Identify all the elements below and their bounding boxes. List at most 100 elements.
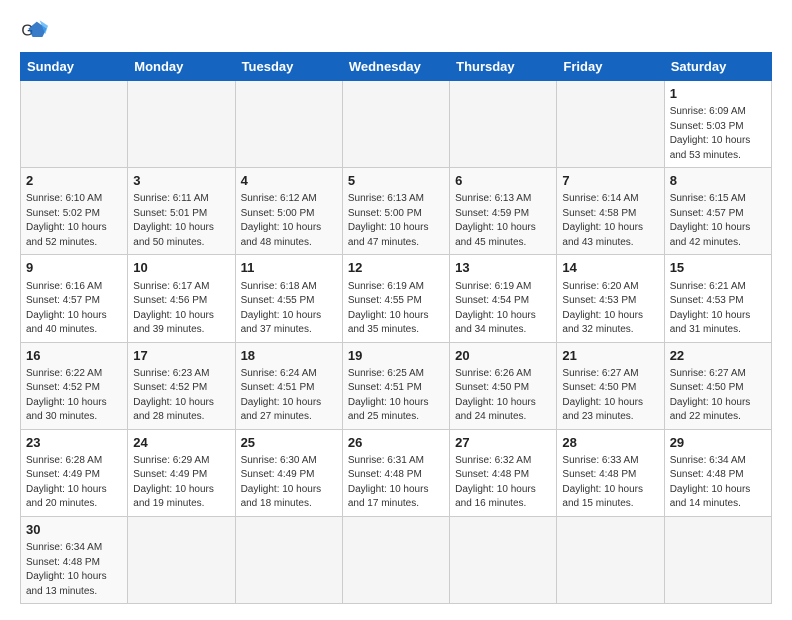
day-number: 13 bbox=[455, 259, 551, 277]
day-number: 2 bbox=[26, 172, 122, 190]
day-number: 4 bbox=[241, 172, 337, 190]
day-info: Sunrise: 6:14 AM Sunset: 4:58 PM Dayligh… bbox=[562, 192, 658, 250]
day-number: 16 bbox=[26, 347, 122, 365]
day-info: Sunrise: 6:15 AM Sunset: 4:57 PM Dayligh… bbox=[670, 192, 766, 250]
logo: G bbox=[20, 16, 52, 44]
day-info: Sunrise: 6:13 AM Sunset: 5:00 PM Dayligh… bbox=[348, 192, 444, 250]
calendar-cell: 8Sunrise: 6:15 AM Sunset: 4:57 PM Daylig… bbox=[664, 168, 771, 255]
calendar-cell: 21 Sunrise: 6:27 AM Sunset: 4:50 PM Dayli… bbox=[557, 342, 664, 429]
day-number: 30 bbox=[26, 521, 122, 539]
calendar-cell bbox=[557, 81, 664, 168]
day-number: 28 bbox=[562, 434, 658, 452]
day-number: 5 bbox=[348, 172, 444, 190]
calendar-cell: 28Sunrise: 6:33 AM Sunset: 4:48 PM Dayli… bbox=[557, 429, 664, 516]
calendar-cell bbox=[235, 516, 342, 603]
day-info: Sunrise: 6:10 AM Sunset: 5:02 PM Dayligh… bbox=[26, 192, 122, 250]
calendar-week-row: 16 Sunrise: 6:22 AM Sunset: 4:52 PM Dayli… bbox=[21, 342, 772, 429]
calendar-week-row: 1 Sunrise: 6:09 AM Sunset: 5:03 PM Daylig… bbox=[21, 81, 772, 168]
calendar-cell: 3 Sunrise: 6:11 AM Sunset: 5:01 PM Daylig… bbox=[128, 168, 235, 255]
calendar-cell: 25 Sunrise: 6:30 AM Sunset: 4:49 PM Dayli… bbox=[235, 429, 342, 516]
day-info: Sunrise: 6:22 AM Sunset: 4:52 PM Dayligh… bbox=[26, 367, 122, 425]
day-number: 7 bbox=[562, 172, 658, 190]
day-info: Sunrise: 6:27 AM Sunset: 4:50 PM Dayligh… bbox=[562, 367, 658, 425]
col-header-sunday: Sunday bbox=[21, 53, 128, 81]
calendar-cell bbox=[450, 81, 557, 168]
calendar-cell: 30 Sunrise: 6:34 AM Sunset: 4:48 PM Dayli… bbox=[21, 516, 128, 603]
day-number: 25 bbox=[241, 434, 337, 452]
calendar-cell: 27Sunrise: 6:32 AM Sunset: 4:48 PM Dayli… bbox=[450, 429, 557, 516]
col-header-thursday: Thursday bbox=[450, 53, 557, 81]
day-number: 23 bbox=[26, 434, 122, 452]
calendar-cell bbox=[128, 516, 235, 603]
day-info: Sunrise: 6:17 AM Sunset: 4:56 PM Dayligh… bbox=[133, 280, 229, 338]
calendar-table: SundayMondayTuesdayWednesdayThursdayFrid… bbox=[20, 52, 772, 604]
col-header-monday: Monday bbox=[128, 53, 235, 81]
day-number: 1 bbox=[670, 85, 766, 103]
day-number: 26 bbox=[348, 434, 444, 452]
day-number: 29 bbox=[670, 434, 766, 452]
day-info: Sunrise: 6:32 AM Sunset: 4:48 PM Dayligh… bbox=[455, 454, 551, 512]
day-number: 6 bbox=[455, 172, 551, 190]
day-info: Sunrise: 6:16 AM Sunset: 4:57 PM Dayligh… bbox=[26, 280, 122, 338]
day-number: 20 bbox=[455, 347, 551, 365]
calendar-cell: 9 Sunrise: 6:16 AM Sunset: 4:57 PM Daylig… bbox=[21, 255, 128, 342]
day-info: Sunrise: 6:31 AM Sunset: 4:48 PM Dayligh… bbox=[348, 454, 444, 512]
day-info: Sunrise: 6:27 AM Sunset: 4:50 PM Dayligh… bbox=[670, 367, 766, 425]
calendar-week-row: 23Sunrise: 6:28 AM Sunset: 4:49 PM Dayli… bbox=[21, 429, 772, 516]
day-info: Sunrise: 6:12 AM Sunset: 5:00 PM Dayligh… bbox=[241, 192, 337, 250]
day-info: Sunrise: 6:21 AM Sunset: 4:53 PM Dayligh… bbox=[670, 280, 766, 338]
calendar-cell bbox=[342, 516, 449, 603]
col-header-wednesday: Wednesday bbox=[342, 53, 449, 81]
day-info: Sunrise: 6:09 AM Sunset: 5:03 PM Dayligh… bbox=[670, 105, 766, 163]
calendar-cell: 14 Sunrise: 6:20 AM Sunset: 4:53 PM Dayli… bbox=[557, 255, 664, 342]
day-info: Sunrise: 6:19 AM Sunset: 4:54 PM Dayligh… bbox=[455, 280, 551, 338]
day-info: Sunrise: 6:13 AM Sunset: 4:59 PM Dayligh… bbox=[455, 192, 551, 250]
calendar-cell bbox=[128, 81, 235, 168]
day-number: 22 bbox=[670, 347, 766, 365]
calendar-cell: 15Sunrise: 6:21 AM Sunset: 4:53 PM Dayli… bbox=[664, 255, 771, 342]
calendar-cell: 29 Sunrise: 6:34 AM Sunset: 4:48 PM Dayli… bbox=[664, 429, 771, 516]
day-info: Sunrise: 6:26 AM Sunset: 4:50 PM Dayligh… bbox=[455, 367, 551, 425]
calendar-cell bbox=[664, 516, 771, 603]
calendar-cell: 1 Sunrise: 6:09 AM Sunset: 5:03 PM Daylig… bbox=[664, 81, 771, 168]
day-number: 21 bbox=[562, 347, 658, 365]
day-number: 9 bbox=[26, 259, 122, 277]
calendar-cell: 4 Sunrise: 6:12 AM Sunset: 5:00 PM Daylig… bbox=[235, 168, 342, 255]
calendar-cell: 7 Sunrise: 6:14 AM Sunset: 4:58 PM Daylig… bbox=[557, 168, 664, 255]
calendar-cell bbox=[342, 81, 449, 168]
calendar-cell: 16 Sunrise: 6:22 AM Sunset: 4:52 PM Dayli… bbox=[21, 342, 128, 429]
day-number: 14 bbox=[562, 259, 658, 277]
day-number: 24 bbox=[133, 434, 229, 452]
day-info: Sunrise: 6:30 AM Sunset: 4:49 PM Dayligh… bbox=[241, 454, 337, 512]
logo-icon: G bbox=[20, 16, 48, 44]
calendar-cell: 6 Sunrise: 6:13 AM Sunset: 4:59 PM Daylig… bbox=[450, 168, 557, 255]
day-info: Sunrise: 6:24 AM Sunset: 4:51 PM Dayligh… bbox=[241, 367, 337, 425]
col-header-tuesday: Tuesday bbox=[235, 53, 342, 81]
calendar-cell bbox=[557, 516, 664, 603]
calendar-week-row: 9 Sunrise: 6:16 AM Sunset: 4:57 PM Daylig… bbox=[21, 255, 772, 342]
calendar-cell: 2 Sunrise: 6:10 AM Sunset: 5:02 PM Daylig… bbox=[21, 168, 128, 255]
day-number: 3 bbox=[133, 172, 229, 190]
day-number: 10 bbox=[133, 259, 229, 277]
col-header-saturday: Saturday bbox=[664, 53, 771, 81]
calendar-week-row: 30 Sunrise: 6:34 AM Sunset: 4:48 PM Dayli… bbox=[21, 516, 772, 603]
calendar-cell: 11Sunrise: 6:18 AM Sunset: 4:55 PM Dayli… bbox=[235, 255, 342, 342]
calendar-cell bbox=[21, 81, 128, 168]
col-header-friday: Friday bbox=[557, 53, 664, 81]
calendar-cell: 26 Sunrise: 6:31 AM Sunset: 4:48 PM Dayli… bbox=[342, 429, 449, 516]
calendar-cell: 20 Sunrise: 6:26 AM Sunset: 4:50 PM Dayli… bbox=[450, 342, 557, 429]
calendar-header-row: SundayMondayTuesdayWednesdayThursdayFrid… bbox=[21, 53, 772, 81]
calendar-cell: 17Sunrise: 6:23 AM Sunset: 4:52 PM Dayli… bbox=[128, 342, 235, 429]
day-info: Sunrise: 6:20 AM Sunset: 4:53 PM Dayligh… bbox=[562, 280, 658, 338]
day-info: Sunrise: 6:29 AM Sunset: 4:49 PM Dayligh… bbox=[133, 454, 229, 512]
calendar-cell: 19Sunrise: 6:25 AM Sunset: 4:51 PM Dayli… bbox=[342, 342, 449, 429]
day-info: Sunrise: 6:34 AM Sunset: 4:48 PM Dayligh… bbox=[26, 541, 122, 599]
page-header: G bbox=[20, 16, 772, 44]
day-info: Sunrise: 6:34 AM Sunset: 4:48 PM Dayligh… bbox=[670, 454, 766, 512]
calendar-cell bbox=[235, 81, 342, 168]
day-number: 12 bbox=[348, 259, 444, 277]
calendar-cell: 24 Sunrise: 6:29 AM Sunset: 4:49 PM Dayli… bbox=[128, 429, 235, 516]
calendar-cell: 10 Sunrise: 6:17 AM Sunset: 4:56 PM Dayli… bbox=[128, 255, 235, 342]
day-info: Sunrise: 6:11 AM Sunset: 5:01 PM Dayligh… bbox=[133, 192, 229, 250]
day-info: Sunrise: 6:23 AM Sunset: 4:52 PM Dayligh… bbox=[133, 367, 229, 425]
